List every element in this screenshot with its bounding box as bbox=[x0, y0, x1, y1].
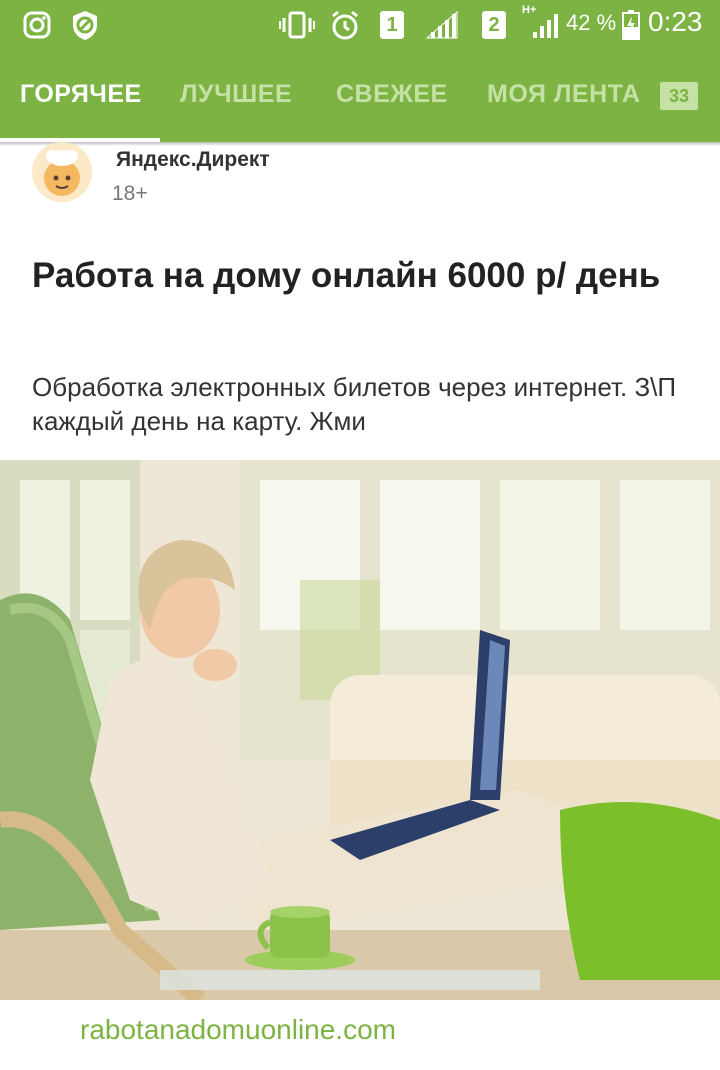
ad-title[interactable]: Работа на дому онлайн 6000 р/ день bbox=[32, 250, 682, 302]
tab-fresh[interactable]: СВЕЖЕЕ bbox=[336, 80, 448, 109]
advertiser-avatar[interactable] bbox=[30, 142, 94, 204]
tab-hot[interactable]: ГОРЯЧЕЕ bbox=[20, 80, 142, 109]
vibrate-icon bbox=[278, 8, 316, 42]
tab-bar: ГОРЯЧЕЕ ЛУЧШЕЕ СВЕЖЕЕ МОЯ ЛЕНТА 33 bbox=[0, 58, 720, 142]
tab-best[interactable]: ЛУЧШЕЕ bbox=[180, 80, 292, 109]
signal-icon bbox=[526, 8, 562, 42]
age-rating: 18+ bbox=[112, 182, 148, 205]
instagram-icon bbox=[20, 8, 54, 42]
app-header: 1 2 H+ 42 % 0:23 ГОРЯЧЕЕ ЛУЧШЕЕ СВЕЖЕЕ М… bbox=[0, 0, 720, 142]
ad-image[interactable] bbox=[0, 460, 720, 1000]
tab-my-feed[interactable]: МОЯ ЛЕНТА bbox=[487, 80, 640, 109]
battery-icon bbox=[620, 8, 642, 42]
header-shadow bbox=[0, 142, 720, 146]
shield-icon bbox=[68, 8, 102, 42]
advertiser-name[interactable]: Яндекс.Директ bbox=[116, 148, 270, 172]
feed-count-badge: 33 bbox=[660, 82, 698, 110]
clock: 0:23 bbox=[648, 6, 703, 37]
ad-domain-link[interactable]: rabotanadomuonline.com bbox=[80, 1014, 396, 1046]
ad-description[interactable]: Обработка электронных билетов через инте… bbox=[32, 370, 692, 438]
alarm-icon bbox=[328, 8, 362, 42]
signal-icon bbox=[424, 8, 460, 42]
sim1-icon: 1 bbox=[380, 11, 404, 39]
status-bar: 1 2 H+ 42 % 0:23 bbox=[0, 0, 720, 50]
sim2-icon: 2 bbox=[482, 11, 506, 39]
battery-percent: 42 % bbox=[566, 10, 617, 35]
